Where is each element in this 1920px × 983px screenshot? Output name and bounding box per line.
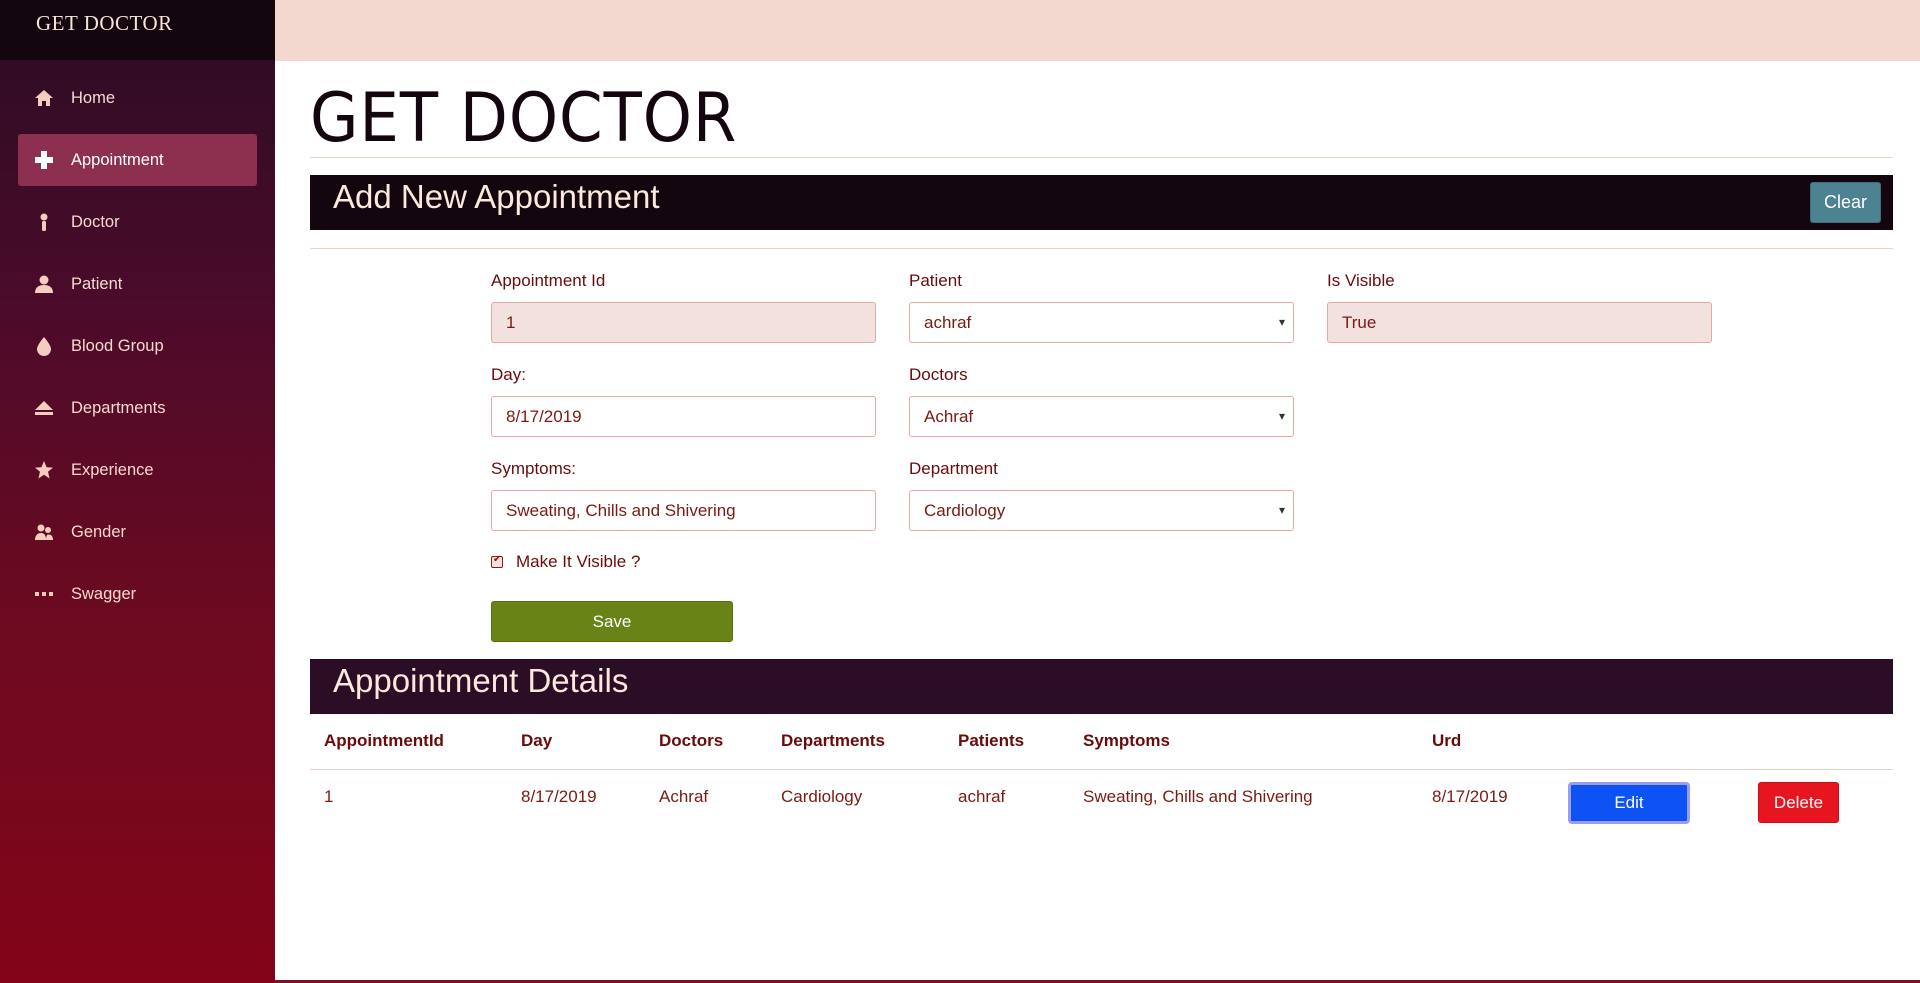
day-label: Day: — [491, 365, 526, 384]
sidebar-item-home[interactable]: Home — [18, 72, 257, 124]
patient-icon — [34, 274, 54, 294]
department-select[interactable]: Cardiology — [909, 490, 1294, 531]
add-appointment-header: Add New Appointment Clear — [310, 175, 1893, 230]
sidebar-item-gender[interactable]: Gender — [18, 506, 257, 558]
sidebar-item-experience[interactable]: Experience — [18, 444, 257, 496]
sidebar-item-label: Home — [71, 88, 116, 107]
sidebar-item-departments[interactable]: Departments — [18, 382, 257, 434]
is-visible-label: Is Visible — [1327, 271, 1395, 290]
column-header: Patients — [944, 714, 1069, 770]
brand-logo[interactable]: GET DOCTOR — [0, 0, 275, 60]
sidebar-item-doctor[interactable]: Doctor — [18, 196, 257, 248]
sidebar-item-appointment[interactable]: Appointment — [18, 134, 257, 186]
star-icon — [34, 460, 54, 480]
cell-day: 8/17/2019 — [521, 786, 597, 806]
symptoms-field[interactable]: Sweating, Chills and Shivering — [491, 490, 876, 531]
column-header: Departments — [767, 714, 944, 770]
doctor-icon — [34, 212, 54, 232]
cell-edit: Edit — [1554, 769, 1744, 824]
department-label: Department — [909, 459, 998, 478]
sidebar-item-label: Gender — [71, 522, 127, 541]
cell-urd: 8/17/2019 — [1432, 786, 1508, 806]
ellipsis-icon — [34, 584, 54, 604]
medical-cross-icon — [34, 150, 54, 170]
sidebar-item-label: Departments — [71, 398, 166, 417]
sidebar-item-label: Experience — [71, 460, 154, 479]
doctors-label: Doctors — [909, 365, 968, 384]
sidebar: GET DOCTOR Home Appointment Doctor Patie… — [0, 0, 275, 983]
column-header: AppointmentId — [310, 714, 507, 770]
cell-symptoms: Sweating, Chills and Shivering — [1083, 786, 1313, 806]
appointment-id-label: Appointment Id — [491, 271, 606, 290]
sidebar-item-label: Patient — [71, 274, 123, 293]
section-title: Add New Appointment — [333, 178, 660, 215]
sidebar-item-swagger[interactable]: Swagger — [18, 568, 257, 620]
make-visible-row: Make It Visible ? — [491, 552, 640, 572]
column-header: Day — [507, 714, 645, 770]
make-visible-label: Make It Visible ? — [516, 552, 641, 571]
blood-drop-icon — [34, 336, 54, 356]
appointment-details-header: Appointment Details — [310, 659, 1893, 714]
patient-select[interactable]: achraf — [909, 302, 1294, 343]
sidebar-item-label: Blood Group — [71, 336, 164, 355]
sidebar-item-label: Swagger — [71, 584, 137, 603]
home-icon — [34, 88, 54, 108]
save-button[interactable]: Save — [491, 601, 733, 642]
symptoms-label: Symptoms: — [491, 459, 577, 478]
appointment-form: Appointment Id 1 Day: 8/17/2019 Symptoms… — [310, 249, 1893, 659]
cell-department: Cardiology — [781, 786, 863, 806]
cell-patient: achraf — [958, 786, 1006, 806]
sidebar-item-label: Appointment — [71, 150, 164, 169]
column-header: Doctors — [645, 714, 767, 770]
is-visible-field[interactable]: True — [1327, 302, 1712, 343]
make-visible-checkbox[interactable] — [491, 554, 503, 568]
top-bar — [275, 0, 1920, 61]
column-header-empty — [1744, 714, 1893, 770]
delete-button[interactable]: Delete — [1758, 782, 1839, 824]
appointments-table: AppointmentId Day Doctors Departments Pa… — [310, 714, 1893, 824]
sidebar-nav: Home Appointment Doctor Patient Blood Gr… — [0, 60, 275, 620]
column-header-empty — [1554, 714, 1744, 770]
day-field[interactable]: 8/17/2019 — [491, 396, 876, 437]
sidebar-item-blood-group[interactable]: Blood Group — [18, 320, 257, 372]
page-title: GET DOCTOR — [310, 79, 738, 158]
users-icon — [34, 522, 54, 542]
doctors-select[interactable]: Achraf — [909, 396, 1294, 437]
clear-button[interactable]: Clear — [1810, 182, 1881, 223]
table-row: 1 8/17/2019 Achraf Cardiology achraf Swe… — [310, 769, 1893, 824]
column-header: Symptoms — [1069, 714, 1418, 770]
main-content: GET DOCTOR Add New Appointment Clear App… — [310, 61, 1893, 824]
eject-icon — [34, 398, 54, 418]
appointment-id-field[interactable]: 1 — [491, 302, 876, 343]
edit-button[interactable]: Edit — [1568, 781, 1690, 824]
table-header-row: AppointmentId Day Doctors Departments Pa… — [310, 714, 1893, 770]
section-title: Appointment Details — [333, 662, 629, 699]
cell-doctor: Achraf — [659, 786, 709, 806]
cell-delete: Delete — [1744, 769, 1893, 824]
sidebar-item-label: Doctor — [71, 212, 120, 231]
sidebar-item-patient[interactable]: Patient — [18, 258, 257, 310]
patient-label: Patient — [909, 271, 962, 290]
cell-id: 1 — [324, 786, 334, 806]
column-header: Urd — [1418, 714, 1554, 770]
